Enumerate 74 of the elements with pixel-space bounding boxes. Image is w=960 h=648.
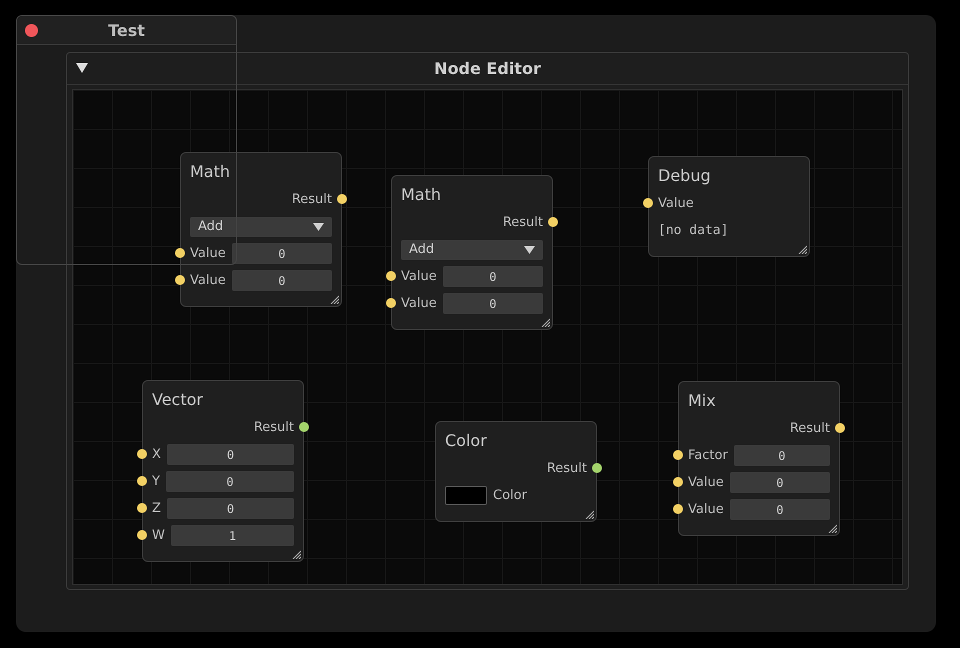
port-dot[interactable] [137, 476, 147, 486]
number-field[interactable]: 0 [442, 293, 543, 314]
collapse-triangle-icon[interactable] [76, 63, 88, 73]
port-dot[interactable] [175, 275, 185, 285]
port-label: W [152, 528, 165, 543]
caret-icon [313, 222, 324, 230]
port-label: Result [502, 215, 543, 230]
node-title: Mix [688, 390, 717, 412]
port-dot[interactable] [548, 217, 558, 227]
port-label: Result [790, 421, 830, 436]
node-card[interactable]: Vector Result X 0 Y 0 Z 0 W 1 [142, 380, 304, 562]
port-label: Value [190, 273, 226, 288]
node-title: Debug [658, 165, 712, 187]
port-dot[interactable] [386, 271, 396, 281]
resize-grip-icon[interactable] [329, 294, 339, 304]
port-dot[interactable] [137, 449, 147, 459]
port-dot[interactable] [835, 423, 845, 433]
port-label: Value [190, 246, 226, 261]
port-label: Y [152, 474, 160, 489]
debug-output: [no data] [658, 223, 728, 238]
port-label: Result [254, 420, 294, 435]
port-dot[interactable] [643, 198, 653, 208]
node-card[interactable]: Math Result Add Value 0 Value 0 [391, 175, 553, 330]
swatch-label: Color [493, 488, 527, 503]
close-button[interactable] [25, 24, 38, 37]
port-dot[interactable] [337, 194, 347, 204]
number-field[interactable]: 0 [166, 444, 294, 465]
port-label: Value [401, 296, 437, 311]
number-field[interactable]: 1 [170, 525, 294, 546]
number-field[interactable]: 0 [730, 472, 830, 493]
resize-grip-icon[interactable] [797, 244, 807, 254]
port-dot[interactable] [592, 463, 602, 473]
node-title: Math [401, 184, 442, 206]
port-label: Factor [688, 448, 728, 463]
resize-grip-icon[interactable] [827, 523, 837, 533]
node-title: Math [190, 161, 232, 183]
node-card[interactable]: Math Result Add Value 0 Value 0 [180, 152, 342, 307]
number-field[interactable]: 0 [442, 266, 543, 287]
operation-dropdown[interactable]: Add [401, 240, 543, 260]
number-field[interactable]: 0 [232, 243, 332, 264]
port-dot[interactable] [175, 248, 185, 258]
port-dot[interactable] [137, 503, 147, 513]
port-label: X [152, 447, 161, 462]
caret-icon [524, 246, 535, 254]
port-dot[interactable] [673, 477, 683, 487]
number-field[interactable]: 0 [166, 498, 294, 519]
number-field[interactable]: 0 [730, 499, 830, 520]
port-label: Value [658, 196, 694, 211]
number-field[interactable]: 0 [734, 445, 830, 466]
node-title: Vector [152, 389, 204, 411]
number-field[interactable]: 0 [232, 270, 332, 291]
port-label: Result [292, 192, 332, 207]
port-dot[interactable] [137, 530, 147, 540]
operation-dropdown[interactable]: Add [190, 216, 332, 236]
port-dot[interactable] [673, 450, 683, 460]
color-swatch[interactable] [445, 486, 487, 505]
resize-grip-icon[interactable] [291, 549, 301, 559]
number-field[interactable]: 0 [166, 471, 294, 492]
port-label: Value [688, 475, 724, 490]
port-label: Value [688, 502, 724, 517]
node-card[interactable]: Debug Value [no data] [648, 156, 810, 257]
window-title: Test [108, 20, 145, 40]
port-dot[interactable] [386, 298, 396, 308]
node-card[interactable]: Color Result Color [435, 421, 597, 522]
node-card[interactable]: Mix Result Factor 0 Value 0 Value 0 [678, 381, 840, 536]
node-title: Color [445, 430, 488, 452]
resize-grip-icon[interactable] [584, 509, 594, 519]
resize-grip-icon[interactable] [540, 317, 550, 327]
port-label: Result [546, 461, 587, 476]
port-dot[interactable] [299, 422, 309, 432]
port-label: Value [401, 269, 437, 284]
panel-title: Node Editor [434, 59, 541, 78]
port-label: Z [152, 501, 161, 516]
port-dot[interactable] [673, 504, 683, 514]
